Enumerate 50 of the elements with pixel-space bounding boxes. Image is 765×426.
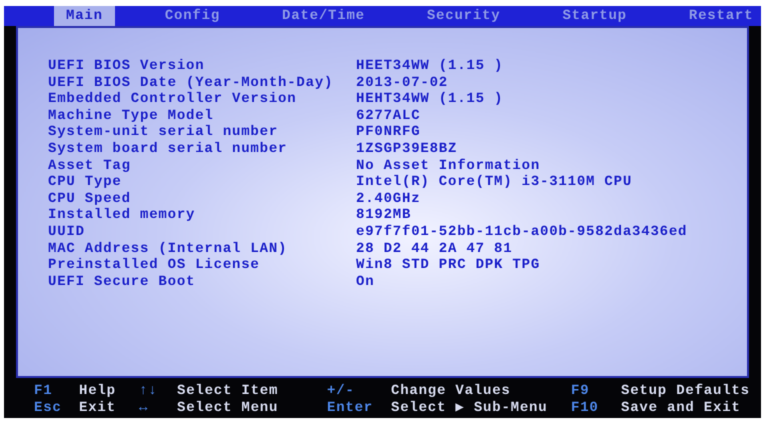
- field-label: MAC Address (Internal LAN): [48, 240, 288, 258]
- field-label: System-unit serial number: [48, 124, 280, 141]
- key-name: ↔: [139, 400, 150, 417]
- field-value: 2013-07-02: [356, 74, 450, 92]
- key-name: Esc: [34, 400, 63, 417]
- key-name: ↑↓: [139, 383, 158, 400]
- menu-tab[interactable]: Security: [414, 6, 512, 26]
- field-label: Preinstalled OS License: [48, 257, 261, 274]
- field-value: Win8 STD PRC DPK TPG: [356, 257, 542, 274]
- field-label: UEFI BIOS Date (Year-Month-Day): [48, 74, 334, 92]
- key-name: +/-: [327, 383, 356, 400]
- field-value: On: [356, 274, 376, 290]
- field-label: CPU Type: [48, 174, 123, 191]
- field-value: HEET34WW (1.15 ): [356, 58, 504, 75]
- menu-tab[interactable]: Restart: [676, 6, 765, 26]
- field-label: Machine Type Model: [48, 108, 215, 124]
- key-action: Setup Defaults: [621, 383, 751, 400]
- field-label: UEFI BIOS Version: [48, 58, 206, 75]
- key-action: Select ▶ Sub-Menu: [391, 400, 548, 417]
- menu-tab[interactable]: Date/Time: [270, 6, 377, 26]
- field-value: 8192MB: [356, 207, 412, 224]
- key-action: Change Values: [391, 383, 512, 400]
- field-value: e97f7f01-52bb-11cb-a00b-9582da3436ed: [356, 224, 688, 241]
- field-value: 1ZSGP39E8BZ: [356, 140, 458, 158]
- field-value: 28 D2 44 2A 47 81: [356, 240, 514, 258]
- field-value: PF0NRFG: [356, 124, 422, 141]
- menu-tab[interactable]: Main: [54, 6, 115, 26]
- field-value: 6277ALC: [356, 108, 422, 124]
- field-label: System board serial number: [48, 140, 288, 158]
- field-label: CPU Speed: [48, 190, 132, 208]
- field-label: Embedded Controller Version: [48, 91, 298, 108]
- field-label: Asset Tag: [48, 158, 132, 174]
- field-value: HEHT34WW (1.15 ): [356, 91, 504, 108]
- key-name: F10: [571, 400, 600, 417]
- field-value: Intel(R) Core(TM) i3-3110M CPU: [356, 174, 634, 191]
- key-action: Exit: [79, 400, 117, 417]
- field-value: 2.40GHz: [356, 190, 422, 208]
- menu-tab[interactable]: Config: [152, 6, 232, 26]
- key-name: Enter: [327, 400, 374, 417]
- key-action: Help: [79, 383, 117, 400]
- menu-tab[interactable]: Startup: [550, 6, 639, 26]
- key-name: F1: [34, 383, 54, 400]
- field-value: No Asset Information: [356, 158, 542, 174]
- key-action: Save and Exit: [621, 400, 742, 417]
- field-label: Installed memory: [48, 207, 196, 224]
- key-action: Select Item: [177, 383, 280, 400]
- field-label: UEFI Secure Boot: [48, 274, 196, 290]
- key-name: F9: [571, 383, 590, 400]
- key-action: Select Menu: [177, 400, 280, 417]
- field-label: UUID: [48, 224, 86, 241]
